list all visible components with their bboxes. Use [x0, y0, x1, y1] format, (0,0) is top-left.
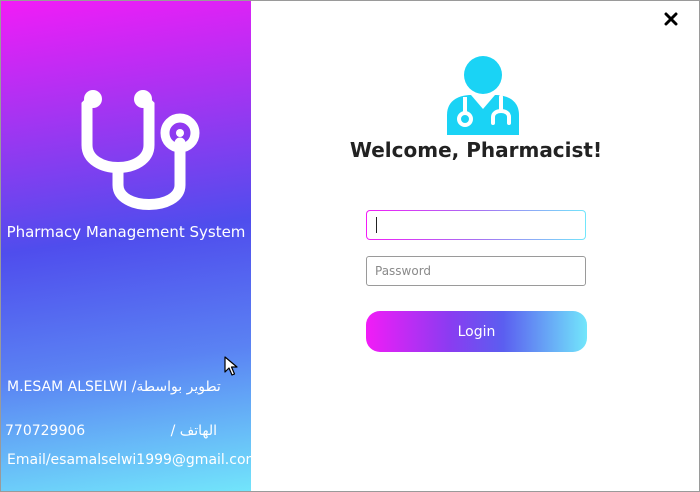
stethoscope-icon [81, 90, 200, 210]
username-field[interactable] [366, 210, 586, 240]
password-field[interactable]: Password [366, 256, 586, 286]
phone-label: الهاتف / [170, 423, 217, 439]
phone-number: 770729906 [5, 423, 86, 439]
doctor-icon [447, 56, 519, 135]
branding-panel: Pharmacy Management System تطوير بواسطة/… [1, 1, 259, 491]
developer-credit-label: تطوير بواسطة/ [131, 379, 221, 395]
welcome-heading: Welcome, Pharmacist! [349, 138, 603, 162]
close-icon [664, 12, 678, 26]
developer-credit: تطوير بواسطة/ M.ESAM ALSELWI [7, 379, 247, 395]
login-window: Pharmacy Management System تطوير بواسطة/… [0, 0, 700, 492]
username-input[interactable] [367, 211, 585, 239]
close-button[interactable] [661, 9, 681, 29]
developer-name: M.ESAM ALSELWI [7, 379, 128, 395]
login-button[interactable]: Login [366, 311, 587, 352]
text-caret [376, 217, 377, 233]
mouse-cursor-icon [224, 356, 238, 376]
email-text: Email/esamalselwi1999@gmail.com [7, 452, 260, 468]
app-title: Pharmacy Management System [6, 223, 246, 241]
